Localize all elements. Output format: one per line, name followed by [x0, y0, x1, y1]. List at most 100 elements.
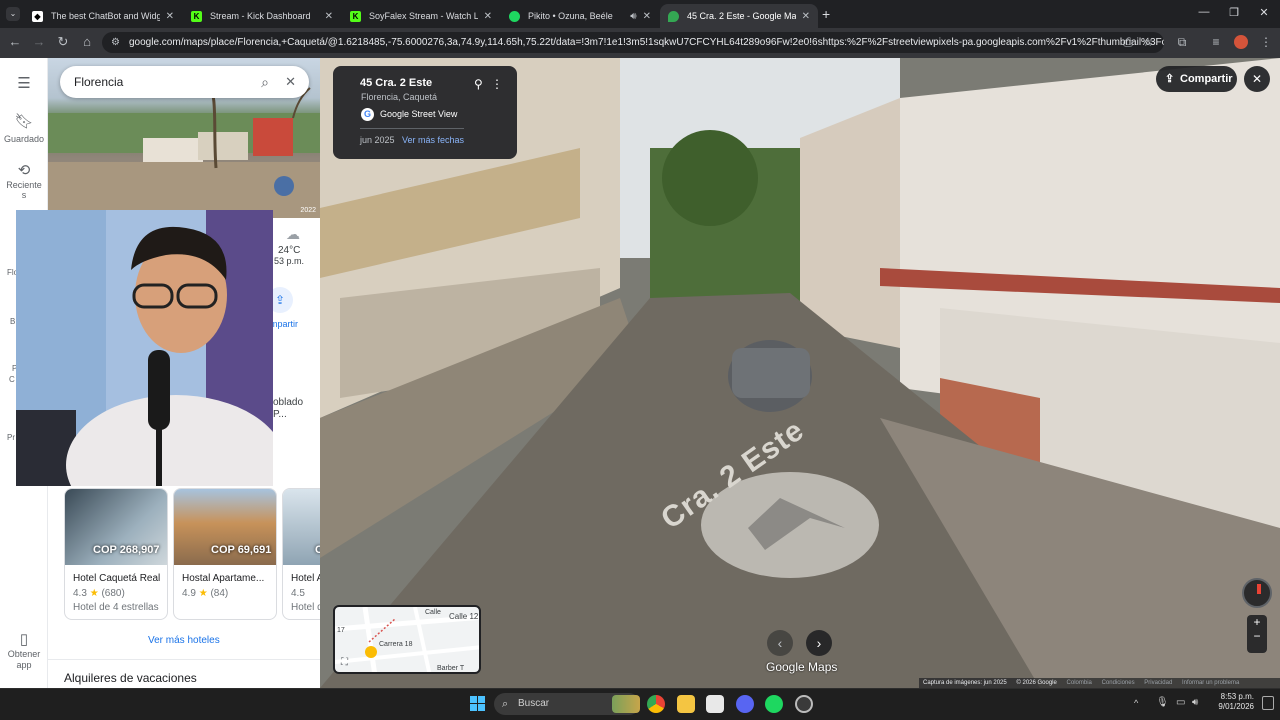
share-button[interactable]: ⇪ Compartir — [1156, 66, 1237, 92]
previous-arrow-icon[interactable]: ‹ — [767, 630, 793, 656]
capture-date: jun 2025 — [360, 135, 395, 145]
extensions-icon[interactable]: ⧉ — [1174, 35, 1190, 50]
weather-time: 53 p.m. — [274, 256, 305, 266]
forward-icon[interactable]: → — [30, 34, 48, 49]
tab-kick-dashboard[interactable]: K Stream - Kick Dashboard ✕ — [183, 4, 341, 28]
site-info-icon[interactable]: ⚙ — [111, 32, 120, 53]
obs-icon[interactable] — [795, 695, 813, 713]
tab-chatbot[interactable]: ◆ The best ChatBot and Widgets✕ — [24, 4, 182, 28]
close-street-view-button[interactable]: ✕ — [1244, 66, 1270, 92]
next-arrow-icon[interactable]: › — [806, 630, 832, 656]
map-place-label: Barber T — [437, 665, 465, 672]
tab-kick-stream[interactable]: K SoyFalex Stream - Watch Live o✕ — [342, 4, 500, 28]
hotel-card[interactable]: COP 268,907 Hotel Caquetá Real 4.3 ★ (68… — [64, 488, 168, 620]
google-maps-watermark: Google Maps — [766, 660, 838, 674]
footer-privacy[interactable]: Privacidad — [1144, 680, 1172, 686]
menu-icon[interactable]: ⋮ — [1258, 35, 1274, 49]
footer-terms[interactable]: Condiciones — [1102, 680, 1135, 686]
zoom-in-icon[interactable]: + — [1247, 615, 1267, 629]
webcam-overlay — [16, 210, 273, 486]
back-icon[interactable]: ← — [6, 34, 24, 49]
close-icon[interactable]: ✕ — [802, 11, 810, 22]
hotel-price: COP 268,907 — [93, 544, 160, 556]
volume-icon[interactable]: 🔊︎ — [1192, 697, 1198, 708]
menu-button[interactable]: ☰ — [0, 74, 48, 96]
map-street-label: Calle — [425, 609, 441, 616]
search-icon[interactable]: ⌕ — [261, 66, 269, 98]
close-icon[interactable]: ✕ — [643, 11, 651, 22]
close-icon[interactable]: ✕ — [484, 11, 492, 22]
microphone-icon[interactable]: 🎙︎ — [1156, 697, 1169, 708]
clock[interactable]: 8:53 p.m. 9/01/2026 — [1212, 692, 1254, 712]
reading-list-icon[interactable]: ≡ — [1208, 35, 1224, 49]
address-title: 45 Cra. 2 Este — [360, 77, 433, 89]
profile-avatar[interactable] — [1234, 35, 1248, 49]
hotel-type: Hotel d — [291, 602, 320, 613]
hotel-card[interactable]: C Hotel A 4.5 Hotel d — [282, 488, 320, 620]
more-options-icon[interactable]: ⋮ — [491, 77, 503, 91]
footer-country[interactable]: Colombia — [1067, 680, 1092, 686]
hotel-card[interactable]: COP 69,691 Hostal Apartame... 4.9 ★ (84) — [173, 488, 277, 620]
weather-temp: 24°C — [278, 245, 301, 256]
divider — [360, 128, 464, 129]
spotify-icon[interactable] — [765, 695, 783, 713]
windows-start-icon[interactable] — [470, 696, 485, 711]
tab-search-icon[interactable]: ⌄ — [6, 7, 20, 21]
restore-icon[interactable]: ❐ — [1224, 6, 1244, 19]
close-icon[interactable]: ✕ — [166, 11, 174, 22]
location-pin-icon[interactable]: ⚲ — [474, 77, 483, 91]
search-input[interactable]: Florencia — [74, 75, 123, 89]
close-icon[interactable]: ✕ — [325, 11, 333, 22]
new-tab-icon[interactable]: + — [822, 6, 830, 22]
place-type-text: P... — [273, 409, 287, 420]
maps-pin-icon — [668, 10, 679, 22]
notifications-icon[interactable] — [1262, 696, 1274, 710]
chrome-icon[interactable] — [647, 695, 665, 713]
windows-taskbar — [0, 688, 1280, 720]
minimize-icon[interactable]: — — [1194, 6, 1214, 18]
rail-recents[interactable]: ⟲ Reciente s — [0, 163, 48, 200]
tab-spotify[interactable]: Pikito • Ozuna, Beéle 🔊︎ ✕ — [501, 4, 659, 28]
tab-google-maps[interactable]: 45 Cra. 2 Este - Google Maps ✕ — [660, 4, 818, 28]
more-hotels-link[interactable]: Ver más hoteles — [148, 635, 220, 646]
compass-icon[interactable] — [1242, 578, 1272, 608]
place-type-text: oblado — [273, 397, 304, 408]
share-label[interactable]: mpartir — [270, 319, 298, 329]
map-street-label: Carrera 18 — [379, 641, 413, 648]
tray-overflow-icon[interactable]: ^ — [1134, 698, 1138, 708]
install-app-icon[interactable]: ⎙ — [1120, 35, 1136, 50]
hotel-name: Hostal Apartame... — [182, 573, 265, 584]
map-footer: Captura de imágenes: jun 2025 © 2026 Goo… — [919, 678, 1280, 688]
zoom-out-icon[interactable]: − — [1247, 629, 1267, 643]
google-g-icon: G — [361, 108, 374, 121]
rail-get-app[interactable]: ▯ Obtener app — [0, 632, 48, 671]
address-bar[interactable]: ⚙ google.com/maps/place/Florencia,+Caque… — [102, 32, 1164, 53]
search-box[interactable]: Florencia ⌕ ✕ — [60, 66, 309, 98]
expand-map-icon[interactable]: ⛶ — [341, 657, 348, 668]
photo-year: 2022 — [300, 207, 316, 214]
rail-saved[interactable]: 🔖︎ Guardado — [0, 112, 48, 144]
bookmark-star-icon[interactable]: ☆ — [1140, 35, 1156, 49]
hotel-type: Hotel de 4 estrellas — [73, 602, 159, 613]
file-explorer-icon[interactable] — [677, 695, 695, 713]
mini-map[interactable]: Calle 12 Carrera 18 Calle Barber T 17 ⛶ — [333, 605, 481, 674]
hotel-reviews: (680) — [101, 588, 125, 599]
footer-imagery: Captura de imágenes: jun 2025 — [923, 680, 1007, 686]
clear-search-icon[interactable]: ✕ — [285, 66, 296, 98]
rail-fragment: B — [10, 317, 16, 326]
hotel-rating: 4.3 — [73, 588, 87, 599]
streamer-webcam-image — [16, 210, 273, 486]
hotel-price: COP 69,691 — [211, 544, 272, 556]
address-city: Florencia, Caquetá — [361, 92, 438, 102]
footer-report[interactable]: Informar un problema — [1182, 680, 1239, 686]
map-street-label: Calle 12 — [449, 612, 479, 621]
display-icon[interactable]: ▭ — [1176, 697, 1185, 708]
spotify-icon — [509, 10, 520, 22]
reload-icon[interactable]: ↻ — [54, 34, 72, 50]
home-icon[interactable]: ⌂ — [78, 34, 96, 49]
store-icon[interactable] — [706, 695, 724, 713]
speaker-icon[interactable]: 🔊︎ — [630, 11, 636, 22]
window-close-icon[interactable]: ✕ — [1254, 6, 1274, 19]
more-dates-link[interactable]: Ver más fechas — [402, 135, 464, 145]
discord-icon[interactable] — [736, 695, 754, 713]
